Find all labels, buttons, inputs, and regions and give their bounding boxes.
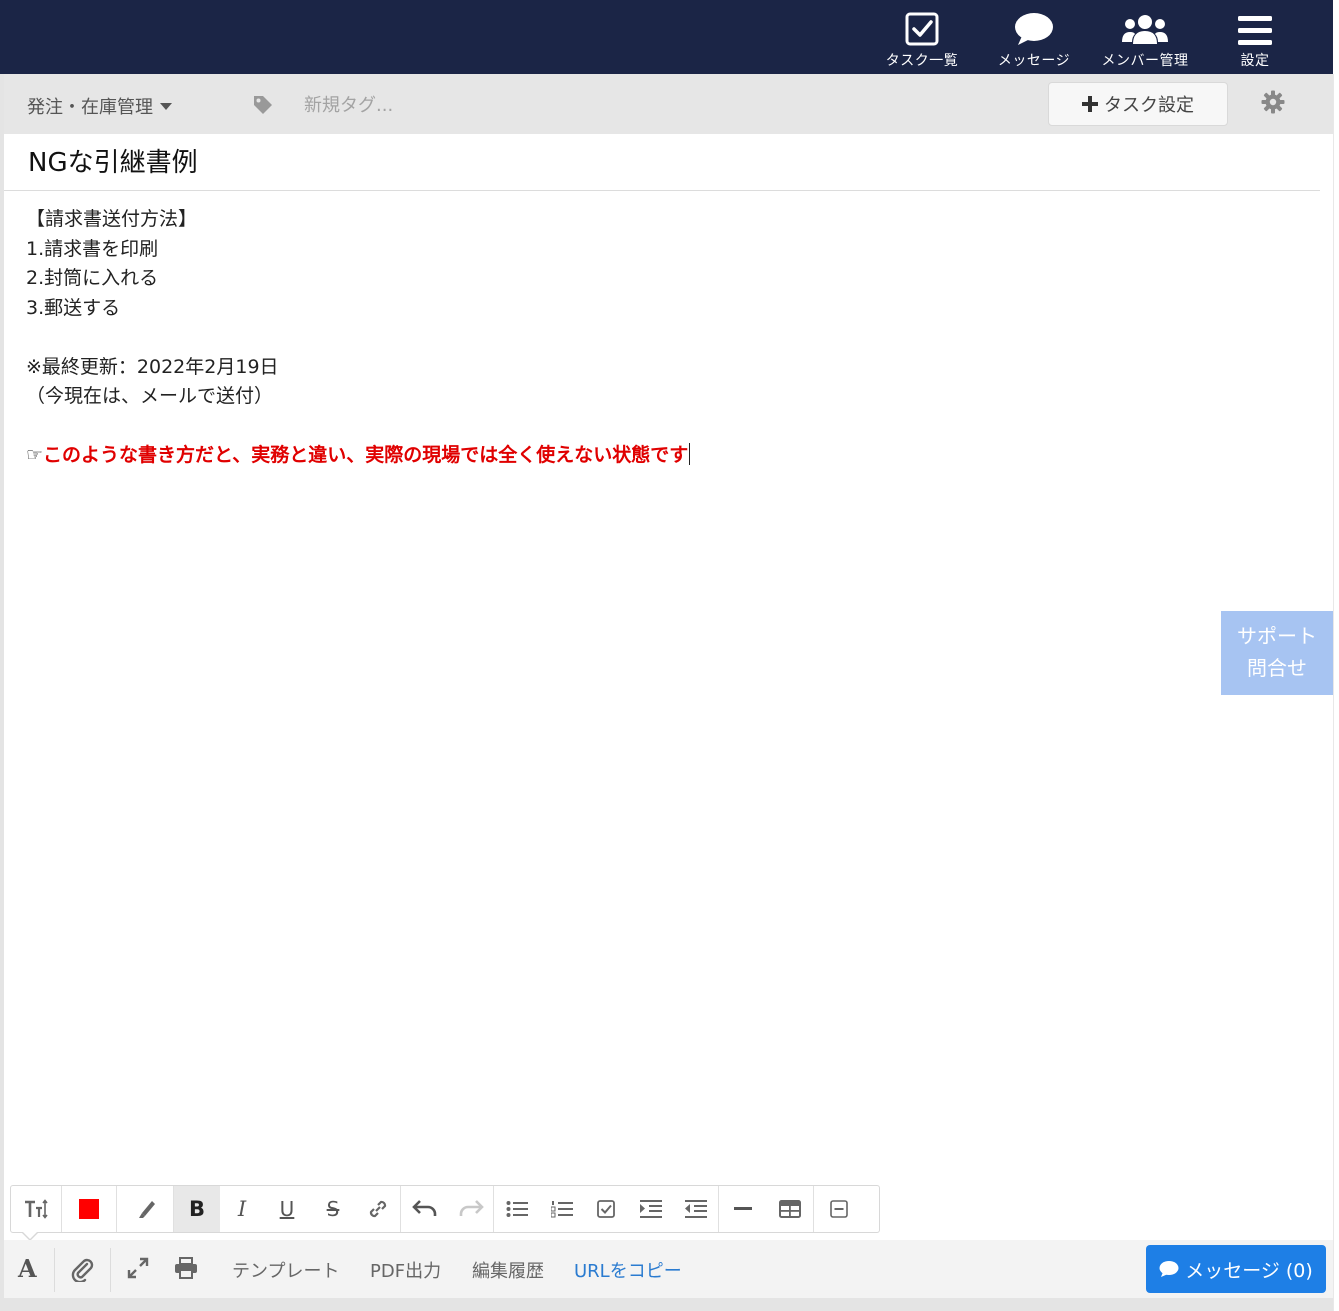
support-contact-button[interactable]: サポート 問合せ [1221,611,1333,695]
toolbar-pointer-inner [23,1232,37,1239]
task-settings-label: タスク設定 [1104,95,1194,116]
redo-button[interactable] [449,1186,493,1232]
doc-note-text: このような書き方だと、実務と違い、実際の現場では全く使えない状態です [43,444,689,466]
copy-url-link[interactable]: URLをコピー [574,1257,682,1283]
text-format-toggle-icon[interactable]: A [18,1254,37,1283]
app-window: タスク一覧 メッセージ メンバー管理 設定 発注・在庫管理 新規タグ... タス… [0,0,1339,1311]
bottom-border [4,1298,1333,1311]
paperclip-icon[interactable] [70,1256,94,1282]
nav-settings-label: 設定 [1240,53,1270,69]
document-editor[interactable]: 【請求書送付方法】 1.請求書を印刷 2.封筒に入れる 3.郵送する ※最終更新… [26,205,1206,471]
project-name: 発注・在庫管理 [27,97,153,118]
undo-button[interactable] [401,1186,449,1232]
edit-history-link[interactable]: 編集履歴 [472,1257,544,1283]
nav-settings[interactable]: 設定 [1225,0,1285,74]
collapse-button[interactable] [814,1186,864,1232]
plus-icon [1082,96,1098,112]
doc-blank-line [26,323,1206,353]
text-cursor [689,443,691,465]
doc-line: ※最終更新：2022年2月19日 [26,355,279,378]
pointing-hand-icon: ☞ [26,444,44,466]
minus-box-icon [830,1200,848,1218]
doc-line: 2.封筒に入れる [26,267,159,289]
caret-down-icon [160,102,172,110]
new-tag-input[interactable] [304,92,604,118]
template-link[interactable]: テンプレート [232,1257,339,1283]
project-dropdown[interactable]: 発注・在庫管理 [27,93,172,119]
indent-icon [640,1200,662,1218]
bullet-list-button[interactable] [494,1186,540,1232]
nav-message[interactable]: メッセージ [992,0,1076,74]
gear-icon[interactable] [1261,90,1285,114]
document-title[interactable]: NGな引継書例 [28,142,198,179]
checkbox-icon [597,1200,615,1218]
outdent-button[interactable] [674,1186,718,1232]
right-border [1333,74,1334,1311]
link-icon [369,1200,387,1218]
doc-line: （今現在は、メールで送付） [26,385,274,407]
text-color-button[interactable] [62,1186,116,1232]
expand-icon[interactable] [127,1257,149,1279]
title-divider [4,190,1320,191]
left-border [0,74,4,1311]
top-nav: タスク一覧 メッセージ メンバー管理 設定 [0,0,1333,74]
message-button-label: メッセージ (0) [1185,1259,1313,1282]
table-button[interactable] [767,1186,813,1232]
strikethrough-button[interactable]: S [310,1186,356,1232]
nav-members[interactable]: メンバー管理 [1096,0,1194,74]
comment-icon [1159,1261,1179,1277]
horizontal-rule-button[interactable] [719,1186,767,1232]
doc-line: 【請求書送付方法】 [26,208,198,230]
support-line1: サポート [1237,624,1317,648]
print-icon[interactable] [174,1257,198,1279]
outdent-icon [685,1200,707,1218]
editor-footer: A テンプレート PDF出力 編集履歴 URLをコピー メッセージ (0) [4,1240,1333,1298]
highlighter-icon [139,1201,155,1218]
bold-button[interactable]: B [174,1186,220,1232]
horizontal-rule-icon [734,1207,752,1210]
members-icon [1122,15,1168,44]
task-settings-button[interactable]: タスク設定 [1048,82,1228,126]
undo-icon [412,1200,437,1216]
checklist-button[interactable] [584,1186,628,1232]
message-button[interactable]: メッセージ (0) [1146,1245,1326,1293]
nav-task-list[interactable]: タスク一覧 [880,0,964,74]
footer-divider [110,1248,111,1292]
numbered-list-icon [551,1201,573,1218]
doc-note-line: ☞このような書き方だと、実務と違い、実際の現場では全く使えない状態です [26,441,1206,471]
nav-task-list-label: タスク一覧 [885,53,959,69]
tag-icon [254,96,272,114]
menu-icon [1238,16,1272,45]
support-line2: 問合せ [1247,656,1307,680]
doc-line: 3.郵送する [26,296,121,319]
footer-divider [54,1248,55,1292]
task-list-icon [905,12,939,46]
pdf-export-link[interactable]: PDF出力 [370,1257,441,1283]
bullet-list-icon [506,1201,528,1217]
highlight-button[interactable] [117,1186,173,1232]
table-icon [779,1200,801,1218]
font-size-icon [25,1199,48,1219]
numbered-list-button[interactable] [540,1186,584,1232]
doc-blank-line [26,412,1206,442]
link-button[interactable] [356,1186,400,1232]
redo-icon [459,1200,484,1216]
indent-button[interactable] [628,1186,674,1232]
message-icon [1015,13,1053,45]
doc-line: 1.請求書を印刷 [26,237,159,260]
format-toolbar: B I U S [10,1185,880,1233]
nav-message-label: メッセージ [997,53,1071,69]
color-swatch-icon [79,1199,99,1219]
italic-button[interactable]: I [220,1186,264,1232]
task-header-bar: 発注・在庫管理 タスク設定 [4,74,1333,134]
underline-button[interactable]: U [264,1186,310,1232]
font-size-button[interactable] [11,1186,61,1232]
nav-members-label: メンバー管理 [1101,53,1189,69]
